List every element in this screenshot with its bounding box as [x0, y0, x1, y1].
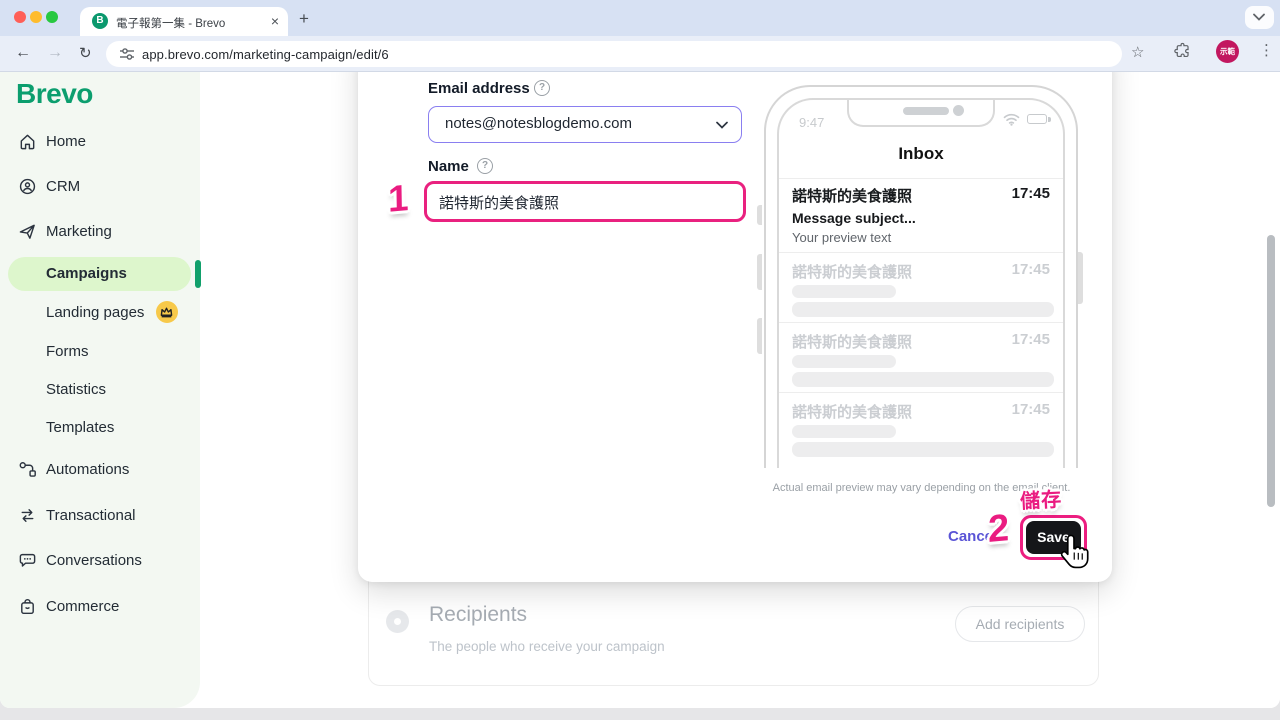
- annotation-step-1: 1: [388, 177, 409, 221]
- skeleton-bar: [792, 355, 896, 368]
- recipients-title: Recipients: [429, 603, 527, 627]
- battery-nub: [1048, 117, 1051, 122]
- sidebar-item-conversations[interactable]: Conversations: [0, 549, 200, 573]
- annotation-save-label-zh: 儲存: [1019, 483, 1062, 514]
- transactional-icon: [18, 506, 37, 530]
- url-text: app.brevo.com/marketing-campaign/edit/6: [142, 47, 389, 62]
- email-address-value: notes@notesblogdemo.com: [445, 115, 632, 132]
- camera-dot: [953, 105, 964, 116]
- sidebar-item-statistics[interactable]: Statistics: [0, 378, 200, 402]
- step-status-icon: [386, 610, 409, 633]
- message-sender: 諾特斯的美食護照: [792, 401, 912, 422]
- skeleton-bar: [792, 442, 1054, 457]
- sender-name-value: 諾特斯的美食護照: [439, 192, 559, 213]
- message-time: 17:45: [1012, 185, 1050, 202]
- sender-settings-dialog: Email address ? notes@notesblogdemo.com …: [358, 72, 1112, 582]
- tab-search-button[interactable]: [1245, 6, 1274, 29]
- mouse-cursor-hand-icon: [1058, 534, 1090, 576]
- sender-name-input[interactable]: 諾特斯的美食護照: [424, 181, 746, 222]
- active-item-indicator: [195, 260, 201, 288]
- tab-close-icon[interactable]: ×: [271, 13, 279, 29]
- conversations-icon: [18, 551, 37, 575]
- divider: [779, 252, 1063, 253]
- message-sender: 諾特斯的美食護照: [792, 185, 912, 206]
- home-icon: [18, 132, 37, 156]
- sidebar-item-home[interactable]: Home: [0, 130, 200, 154]
- chevron-down-icon: [716, 121, 728, 129]
- sidebar-item-forms[interactable]: Forms: [0, 340, 200, 364]
- annotation-step-2: 2: [988, 507, 1010, 552]
- phone-notch: [847, 98, 995, 127]
- status-bar-time: 9:47: [799, 115, 824, 130]
- skeleton-bar: [792, 372, 1054, 387]
- message-time: 17:45: [1012, 261, 1050, 278]
- browser-tab[interactable]: B 電子報第一集 - Brevo ×: [80, 7, 288, 36]
- speaker-pill: [903, 107, 949, 115]
- email-help-icon[interactable]: ?: [534, 80, 550, 96]
- phone-volume-down-button: [757, 318, 762, 354]
- name-label: Name: [428, 158, 469, 175]
- reload-button[interactable]: ↻: [79, 44, 92, 62]
- message-sender: 諾特斯的美食護照: [792, 261, 912, 282]
- battery-icon: [1027, 114, 1047, 124]
- sidebar-item-marketing[interactable]: Marketing: [0, 220, 200, 244]
- message-sender: 諾特斯的美食護照: [792, 331, 912, 352]
- sidebar-item-commerce[interactable]: Commerce: [0, 595, 200, 619]
- sidebar-item-campaigns[interactable]: Campaigns: [8, 257, 191, 291]
- divider: [779, 322, 1063, 323]
- message-time: 17:45: [1012, 401, 1050, 418]
- sidebar-item-templates[interactable]: Templates: [0, 416, 200, 440]
- brevo-favicon-icon: B: [92, 13, 108, 29]
- address-bar[interactable]: app.brevo.com/marketing-campaign/edit/6: [106, 41, 1122, 67]
- skeleton-bar: [792, 285, 896, 298]
- browser-toolbar: ← → ↻ app.brevo.com/marketing-campaign/e…: [0, 36, 1280, 72]
- close-window-button[interactable]: [14, 11, 26, 23]
- divider: [779, 392, 1063, 393]
- name-help-icon[interactable]: ?: [477, 158, 493, 174]
- wifi-icon: [1003, 113, 1020, 131]
- forward-button[interactable]: →: [47, 44, 63, 62]
- tab-title: 電子報第一集 - Brevo: [116, 15, 268, 31]
- profile-avatar[interactable]: 示範: [1216, 40, 1239, 63]
- email-address-label: Email address: [428, 80, 530, 97]
- minimize-window-button[interactable]: [30, 11, 42, 23]
- sidebar-item-transactional[interactable]: Transactional: [0, 504, 200, 528]
- email-address-select[interactable]: notes@notesblogdemo.com: [428, 106, 742, 143]
- premium-crown-icon: [156, 301, 178, 323]
- skeleton-bar: [792, 302, 1054, 317]
- sidebar: Brevo Home CRM Marketing Campaigns Landi…: [0, 72, 200, 708]
- phone-mute-button: [757, 205, 762, 225]
- divider: [779, 178, 1063, 179]
- tab-strip: B 電子報第一集 - Brevo × +: [0, 0, 1280, 36]
- sidebar-item-crm[interactable]: CRM: [0, 175, 200, 199]
- skeleton-bar: [792, 425, 896, 438]
- brevo-logo[interactable]: Brevo: [16, 78, 93, 110]
- automations-icon: [18, 460, 37, 484]
- phone-volume-up-button: [757, 254, 762, 290]
- commerce-bag-icon: [18, 597, 37, 621]
- new-tab-button[interactable]: +: [299, 9, 309, 29]
- message-preview: Your preview text: [792, 230, 891, 245]
- chevron-down-icon: [1253, 13, 1265, 21]
- brevo-app-page: Brevo Home CRM Marketing Campaigns Landi…: [0, 72, 1280, 708]
- browser-window: B 電子報第一集 - Brevo × + ← → ↻ app.brevo.com…: [0, 0, 1280, 708]
- crm-icon: [18, 177, 37, 201]
- extensions-icon[interactable]: [1174, 42, 1191, 64]
- message-subject: Message subject...: [792, 210, 916, 226]
- browser-menu-icon[interactable]: ⋮: [1259, 41, 1274, 59]
- site-settings-icon[interactable]: [119, 46, 135, 67]
- back-button[interactable]: ←: [15, 44, 31, 62]
- phone-screen: 9:47 Inbox 諾特斯的美食護照 17:45 Message subjec…: [777, 98, 1065, 468]
- add-recipients-button[interactable]: Add recipients: [955, 606, 1085, 642]
- inbox-title: Inbox: [779, 144, 1063, 164]
- sidebar-item-automations[interactable]: Automations: [0, 458, 200, 482]
- page-scrollbar-thumb[interactable]: [1267, 235, 1275, 507]
- message-time: 17:45: [1012, 331, 1050, 348]
- phone-power-button: [1078, 252, 1083, 304]
- marketing-send-icon: [18, 222, 37, 246]
- bookmark-star-icon[interactable]: ☆: [1131, 43, 1144, 61]
- zoom-window-button[interactable]: [46, 11, 58, 23]
- recipients-subtitle: The people who receive your campaign: [429, 639, 665, 654]
